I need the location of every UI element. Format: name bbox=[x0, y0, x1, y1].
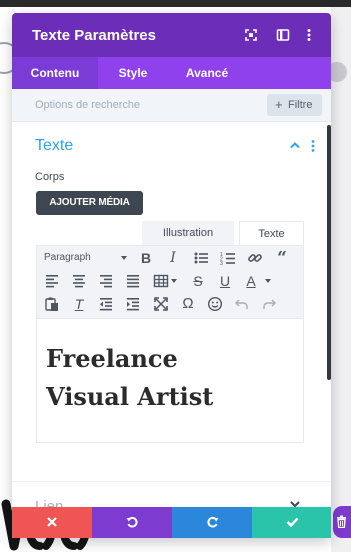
blockquote-icon[interactable]: “ bbox=[274, 250, 290, 267]
editor-toolbar: Paragraph B I 1 2 3 “ S U A T Ω bbox=[37, 246, 303, 319]
text-color-icon[interactable]: A bbox=[243, 273, 259, 289]
trash-icon bbox=[337, 515, 346, 528]
filter-button[interactable]: + Filtre bbox=[267, 94, 322, 116]
tab-style[interactable]: Style bbox=[98, 57, 168, 89]
chevron-down-icon bbox=[121, 256, 127, 260]
table-icon[interactable] bbox=[153, 273, 169, 289]
delete-module-button[interactable] bbox=[333, 506, 351, 538]
undo-button[interactable] bbox=[92, 507, 172, 538]
more-vertical-icon[interactable] bbox=[302, 28, 316, 42]
underline-icon[interactable]: U bbox=[217, 273, 233, 289]
bullet-list-icon[interactable] bbox=[193, 250, 209, 266]
editor-tab-texte[interactable]: Texte bbox=[239, 221, 304, 246]
tab-avance[interactable]: Avancé bbox=[168, 57, 246, 89]
modal-footer bbox=[12, 507, 331, 538]
numbered-list-icon[interactable]: 1 2 3 bbox=[220, 250, 236, 266]
modal-title: Texte Paramètres bbox=[32, 27, 156, 44]
close-icon bbox=[47, 517, 57, 527]
fullscreen-icon[interactable] bbox=[153, 296, 169, 312]
body-field-label: Corps bbox=[35, 171, 65, 183]
split-view-icon[interactable] bbox=[276, 28, 290, 42]
clear-formatting-icon[interactable]: T bbox=[71, 296, 87, 312]
heading-line: Visual Artist bbox=[46, 382, 214, 411]
modal-tabs: Contenu Style Avancé bbox=[12, 57, 331, 89]
format-select[interactable]: Paragraph bbox=[44, 250, 91, 266]
add-media-button[interactable]: AJOUTER MÉDIA bbox=[36, 191, 143, 215]
text-color-dropdown-icon bbox=[265, 279, 271, 283]
cancel-button[interactable] bbox=[12, 507, 92, 538]
heading-line: Freelance bbox=[46, 344, 178, 373]
section-more-icon[interactable] bbox=[311, 140, 315, 152]
emoticons-icon[interactable] bbox=[207, 296, 223, 312]
scrollbar-thumb[interactable] bbox=[327, 125, 331, 380]
align-right-icon[interactable] bbox=[98, 273, 114, 289]
align-left-icon[interactable] bbox=[44, 273, 60, 289]
editor-content-heading[interactable]: Freelance Visual Artist bbox=[46, 340, 213, 416]
svg-text:3: 3 bbox=[220, 261, 223, 266]
italic-icon[interactable]: I bbox=[165, 250, 181, 266]
section-divider bbox=[12, 481, 331, 482]
bold-icon[interactable]: B bbox=[138, 250, 154, 266]
chevron-up-icon[interactable] bbox=[289, 141, 301, 149]
undo-editor-icon[interactable] bbox=[234, 296, 250, 312]
modal-header[interactable]: Texte Paramètres bbox=[12, 13, 331, 57]
builder-top-bar bbox=[0, 0, 351, 7]
align-center-icon[interactable] bbox=[71, 273, 87, 289]
settings-modal: Texte Paramètres Contenu Style Avancé Op… bbox=[12, 13, 331, 538]
paste-text-icon[interactable] bbox=[44, 296, 60, 312]
redo-button[interactable] bbox=[172, 507, 252, 538]
expand-icon[interactable] bbox=[244, 28, 258, 42]
undo-icon bbox=[126, 516, 138, 528]
search-input[interactable]: Options de recherche bbox=[35, 99, 140, 111]
redo-icon bbox=[207, 516, 219, 528]
redo-editor-icon[interactable] bbox=[261, 296, 277, 312]
align-justify-icon[interactable] bbox=[125, 273, 141, 289]
settings-content: Texte Corps AJOUTER MÉDIA Illustration T… bbox=[12, 122, 331, 538]
outdent-icon[interactable] bbox=[98, 296, 114, 312]
tab-contenu[interactable]: Contenu bbox=[12, 57, 98, 89]
editor-tab-illustration[interactable]: Illustration bbox=[142, 221, 234, 245]
options-search-bar: Options de recherche + Filtre bbox=[12, 89, 331, 122]
save-button[interactable] bbox=[252, 507, 331, 538]
plus-icon: + bbox=[275, 97, 283, 112]
strikethrough-icon[interactable]: S bbox=[190, 273, 206, 289]
indent-icon[interactable] bbox=[125, 296, 141, 312]
rich-text-editor[interactable]: Paragraph B I 1 2 3 “ S U A T Ω Freelanc… bbox=[36, 245, 304, 443]
table-dropdown-icon bbox=[171, 279, 177, 283]
section-title-texte[interactable]: Texte bbox=[35, 137, 73, 155]
special-character-icon[interactable]: Ω bbox=[180, 296, 196, 312]
filter-label: Filtre bbox=[288, 99, 313, 111]
link-icon[interactable] bbox=[247, 250, 263, 266]
builder-background bbox=[331, 7, 351, 552]
check-icon bbox=[286, 517, 299, 528]
